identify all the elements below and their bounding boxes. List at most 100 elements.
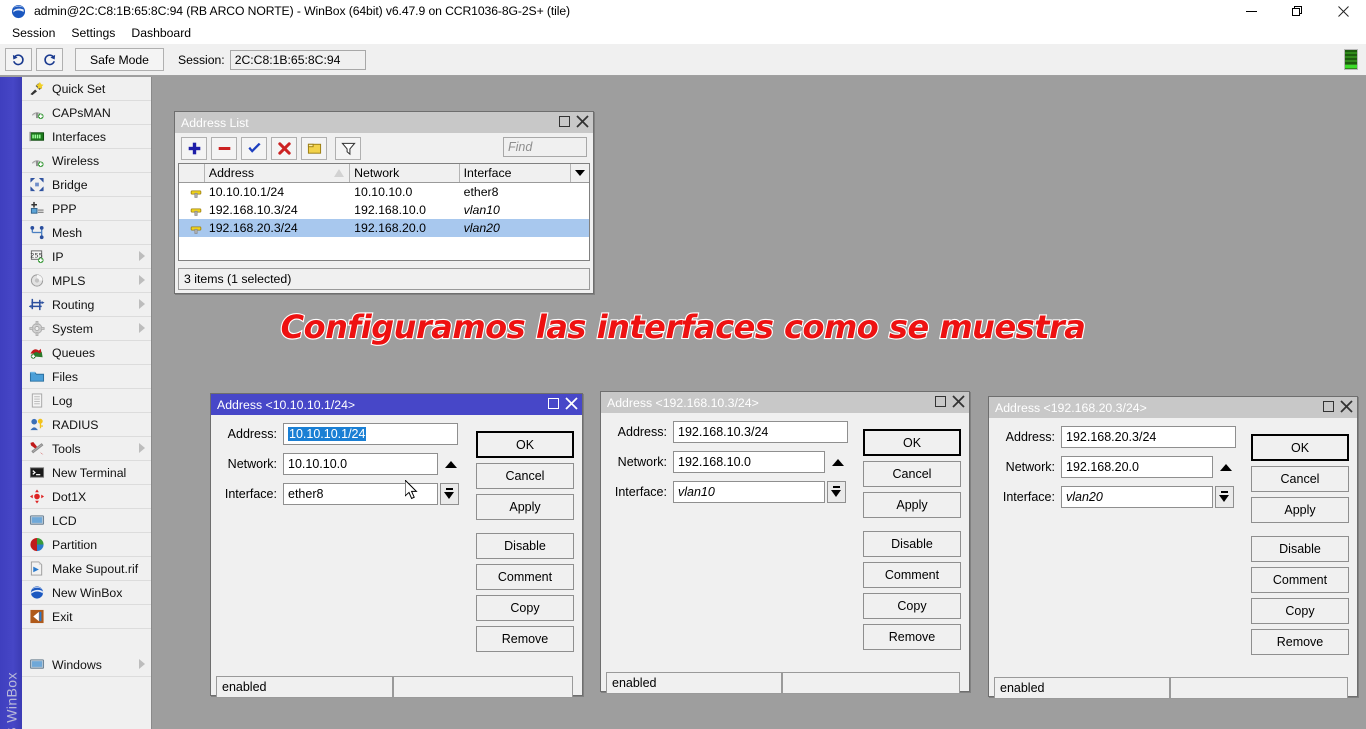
ok-button[interactable]: OK [476, 431, 574, 458]
sidebar-item-radius[interactable]: RADIUS [22, 413, 151, 437]
comment-note-icon[interactable] [301, 137, 327, 160]
remove-button[interactable]: Remove [476, 626, 574, 652]
funnel-icon[interactable] [335, 137, 361, 160]
sidebar-item-new-winbox[interactable]: New WinBox [22, 581, 151, 605]
undo-arrow-icon[interactable] [5, 48, 32, 71]
address-dialog-3-titlebar[interactable]: Address <192.168.20.3/24> [989, 397, 1357, 418]
apply-button[interactable]: Apply [863, 492, 961, 518]
sidebar-item-label: MPLS [52, 274, 86, 288]
interface-dropdown-button[interactable] [827, 481, 846, 503]
sidebar-item-make-supout[interactable]: Make Supout.rif [22, 557, 151, 581]
network-input[interactable]: 10.10.10.0 [283, 453, 438, 475]
column-header-address[interactable]: Address [205, 164, 350, 182]
sidebar-item-bridge[interactable]: Bridge [22, 173, 151, 197]
sidebar-item-windows[interactable]: Windows [22, 653, 151, 677]
disable-button[interactable]: Disable [476, 533, 574, 559]
network-expand-arrow-icon[interactable] [1217, 456, 1234, 478]
close-button[interactable] [1320, 0, 1366, 22]
address-input[interactable]: 192.168.20.3/24 [1061, 426, 1236, 448]
maximize-icon[interactable] [1320, 398, 1337, 415]
table-row[interactable]: 192.168.20.3/24 192.168.20.0 vlan20 [179, 219, 589, 237]
sidebar-item-ip[interactable]: 255 IP [22, 245, 151, 269]
interface-dropdown-button[interactable] [1215, 486, 1234, 508]
cancel-button[interactable]: Cancel [863, 461, 961, 487]
check-icon[interactable] [241, 137, 267, 160]
column-header-interface[interactable]: Interface [460, 164, 571, 182]
network-input[interactable]: 192.168.10.0 [673, 451, 825, 473]
maximize-icon[interactable] [556, 113, 573, 130]
terminal-icon [28, 465, 46, 481]
remove-button[interactable]: Remove [1251, 629, 1349, 655]
address-input[interactable]: 192.168.10.3/24 [673, 421, 848, 443]
sidebar-item-mesh[interactable]: Mesh [22, 221, 151, 245]
comment-button[interactable]: Comment [1251, 567, 1349, 593]
column-header-network[interactable]: Network [350, 164, 459, 182]
sidebar-item-new-terminal[interactable]: New Terminal [22, 461, 151, 485]
menu-settings[interactable]: Settings [63, 24, 123, 42]
close-icon[interactable] [950, 393, 967, 410]
remove-button[interactable]: Remove [863, 624, 961, 650]
sidebar-item-lcd[interactable]: LCD [22, 509, 151, 533]
apply-button[interactable]: Apply [1251, 497, 1349, 523]
comment-button[interactable]: Comment [863, 562, 961, 588]
interface-input[interactable]: vlan20 [1061, 486, 1213, 508]
session-value[interactable]: 2C:C8:1B:65:8C:94 [230, 50, 366, 70]
disable-button[interactable]: Disable [1251, 536, 1349, 562]
interface-input[interactable]: vlan10 [673, 481, 825, 503]
maximize-icon[interactable] [932, 393, 949, 410]
sidebar-item-wireless[interactable]: Wireless [22, 149, 151, 173]
column-header-flags[interactable] [179, 164, 205, 182]
column-chooser-button[interactable] [571, 164, 589, 182]
copy-button[interactable]: Copy [476, 595, 574, 621]
copy-button[interactable]: Copy [1251, 598, 1349, 624]
menu-dashboard[interactable]: Dashboard [123, 24, 199, 42]
sidebar-item-mpls[interactable]: MPLS [22, 269, 151, 293]
close-icon[interactable] [1338, 398, 1355, 415]
apply-button[interactable]: Apply [476, 494, 574, 520]
sidebar-item-partition[interactable]: Partition [22, 533, 151, 557]
sidebar-item-tools[interactable]: Tools [22, 437, 151, 461]
address-dialog-1-titlebar[interactable]: Address <10.10.10.1/24> [211, 394, 582, 415]
find-input[interactable]: Find [503, 137, 587, 157]
redo-arrow-icon[interactable] [36, 48, 63, 71]
menu-session[interactable]: Session [4, 24, 63, 42]
close-icon[interactable] [563, 395, 580, 412]
sidebar-item-files[interactable]: Files [22, 365, 151, 389]
interface-input[interactable]: ether8 [283, 483, 438, 505]
address-dialog-2-titlebar[interactable]: Address <192.168.10.3/24> [601, 392, 969, 413]
sidebar-item-ppp[interactable]: PPP [22, 197, 151, 221]
ok-button[interactable]: OK [863, 429, 961, 456]
copy-button[interactable]: Copy [863, 593, 961, 619]
sidebar-item-exit[interactable]: Exit [22, 605, 151, 629]
plus-icon[interactable] [181, 137, 207, 160]
network-input[interactable]: 192.168.20.0 [1061, 456, 1213, 478]
close-icon[interactable] [574, 113, 591, 130]
cancel-button[interactable]: Cancel [476, 463, 574, 489]
folder-icon [28, 369, 46, 385]
cancel-button[interactable]: Cancel [1251, 466, 1349, 492]
comment-button[interactable]: Comment [476, 564, 574, 590]
sidebar-item-quick-set[interactable]: Quick Set [22, 77, 151, 101]
sidebar-item-dot1x[interactable]: Dot1X [22, 485, 151, 509]
address-input[interactable]: 10.10.10.1/24 [283, 423, 458, 445]
minimize-button[interactable] [1228, 0, 1274, 22]
maximize-restore-button[interactable] [1274, 0, 1320, 22]
network-expand-arrow-icon[interactable] [442, 453, 459, 475]
maximize-icon[interactable] [545, 395, 562, 412]
address-list-titlebar[interactable]: Address List [175, 112, 593, 133]
disable-button[interactable]: Disable [863, 531, 961, 557]
ok-button[interactable]: OK [1251, 434, 1349, 461]
minus-icon[interactable] [211, 137, 237, 160]
network-expand-arrow-icon[interactable] [829, 451, 846, 473]
cell-extra [571, 183, 589, 201]
sidebar-item-capsman[interactable]: CAPsMAN [22, 101, 151, 125]
sidebar-item-label: LCD [52, 514, 77, 528]
table-row[interactable]: 192.168.10.3/24 192.168.10.0 vlan10 [179, 201, 589, 219]
table-row[interactable]: 10.10.10.1/24 10.10.10.0 ether8 [179, 183, 589, 201]
cross-icon[interactable] [271, 137, 297, 160]
safe-mode-button[interactable]: Safe Mode [75, 48, 164, 71]
sidebar-item-interfaces[interactable]: Interfaces [22, 125, 151, 149]
sidebar-item-log[interactable]: Log [22, 389, 151, 413]
interface-dropdown-button[interactable] [440, 483, 459, 505]
sidebar-item-label: Queues [52, 346, 95, 360]
